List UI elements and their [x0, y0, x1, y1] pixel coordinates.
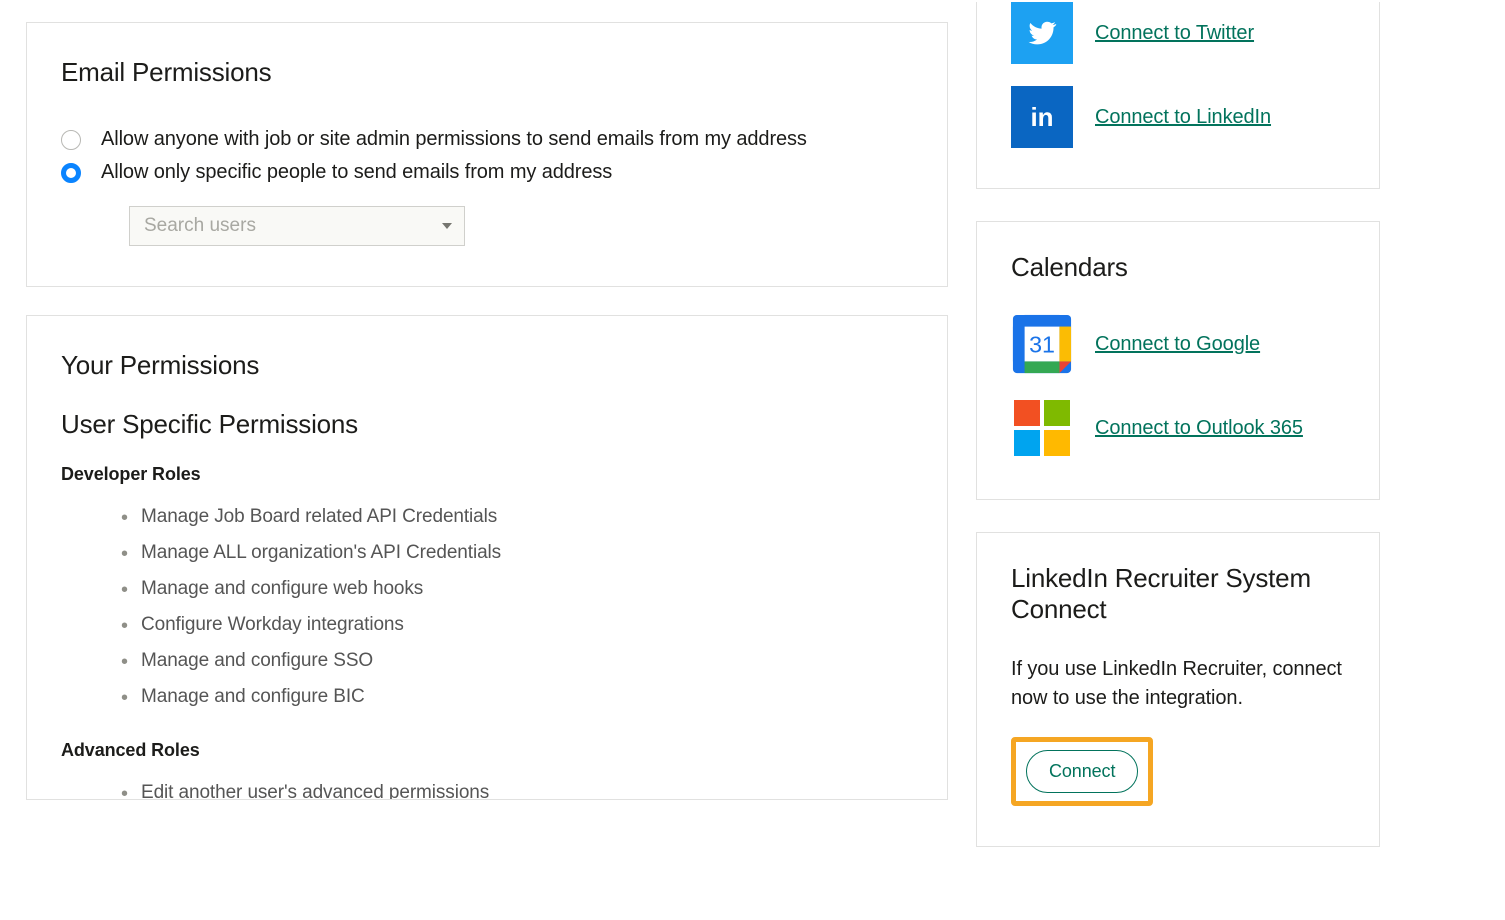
connect-google-link[interactable]: Connect to Google — [1095, 333, 1260, 356]
calendars-panel: Calendars 31 Connect to Google — [976, 221, 1380, 500]
radio-row-anyone[interactable]: Allow anyone with job or site admin perm… — [61, 128, 913, 151]
chevron-down-icon — [442, 223, 452, 229]
list-item: Manage ALL organization's API Credential… — [121, 535, 913, 571]
connect-twitter-link[interactable]: Connect to Twitter — [1095, 22, 1254, 45]
social-panel: Connect to Twitter in Connect to LinkedI… — [976, 2, 1380, 189]
advanced-roles-heading: Advanced Roles — [61, 740, 913, 761]
search-users-combobox[interactable]: Search users — [129, 206, 465, 246]
connect-outlook-link[interactable]: Connect to Outlook 365 — [1095, 417, 1303, 440]
connect-google-row: 31 Connect to Google — [1011, 313, 1345, 375]
developer-roles-heading: Developer Roles — [61, 464, 913, 485]
radio-label-specific: Allow only specific people to send email… — [101, 161, 612, 184]
list-item: Manage Job Board related API Credentials — [121, 499, 913, 535]
lrsc-title: LinkedIn Recruiter System Connect — [1011, 563, 1345, 625]
user-specific-permissions-heading: User Specific Permissions — [61, 409, 913, 440]
email-permissions-panel: Email Permissions Allow anyone with job … — [26, 22, 948, 287]
radio-label-anyone: Allow anyone with job or site admin perm… — [101, 128, 807, 151]
list-item: Manage and configure SSO — [121, 643, 913, 679]
list-item: Manage and configure BIC — [121, 679, 913, 715]
search-users-placeholder: Search users — [144, 215, 256, 237]
twitter-icon — [1011, 2, 1073, 64]
advanced-roles-list: Edit another user's advanced permissions — [61, 775, 913, 800]
svg-text:31: 31 — [1029, 332, 1055, 358]
calendars-title: Calendars — [1011, 252, 1345, 283]
connect-button[interactable]: Connect — [1026, 750, 1138, 793]
your-permissions-title: Your Permissions — [61, 350, 913, 381]
linkedin-icon: in — [1011, 86, 1073, 148]
connect-twitter-row: Connect to Twitter — [1011, 2, 1345, 64]
lrsc-description: If you use LinkedIn Recruiter, connect n… — [1011, 655, 1345, 713]
google-calendar-icon: 31 — [1011, 313, 1073, 375]
your-permissions-panel: Your Permissions User Specific Permissio… — [26, 315, 948, 800]
connect-linkedin-row: in Connect to LinkedIn — [1011, 86, 1345, 148]
email-permissions-title: Email Permissions — [61, 57, 913, 88]
radio-unselected-icon[interactable] — [61, 130, 81, 150]
linkedin-recruiter-panel: LinkedIn Recruiter System Connect If you… — [976, 532, 1380, 847]
list-item: Edit another user's advanced permissions — [121, 775, 913, 800]
radio-selected-icon[interactable] — [61, 163, 81, 183]
microsoft-icon — [1011, 397, 1073, 459]
list-item: Configure Workday integrations — [121, 607, 913, 643]
connect-linkedin-link[interactable]: Connect to LinkedIn — [1095, 106, 1271, 129]
developer-roles-list: Manage Job Board related API Credentials… — [61, 499, 913, 716]
connect-button-highlight: Connect — [1011, 737, 1153, 806]
radio-row-specific[interactable]: Allow only specific people to send email… — [61, 161, 913, 184]
list-item: Manage and configure web hooks — [121, 571, 913, 607]
connect-outlook-row: Connect to Outlook 365 — [1011, 397, 1345, 459]
